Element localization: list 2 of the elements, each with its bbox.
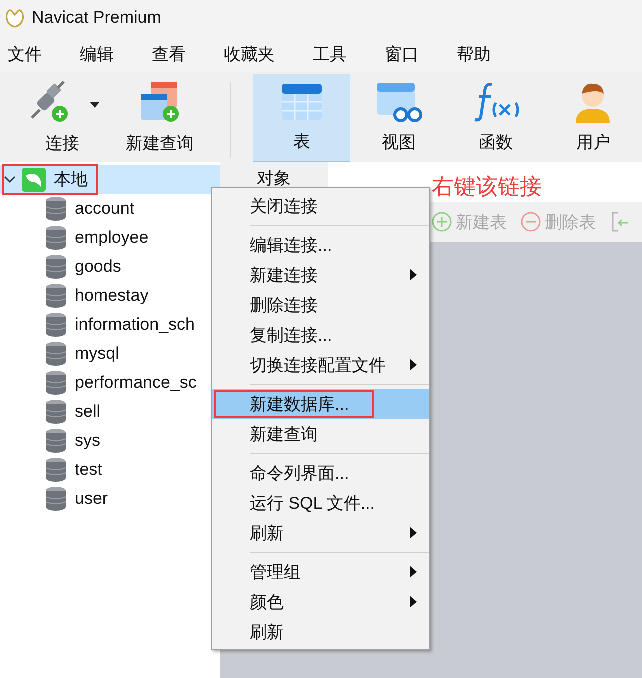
annotation-text: 右键该链接 — [432, 174, 542, 200]
window-title: Navicat Premium — [32, 8, 162, 28]
